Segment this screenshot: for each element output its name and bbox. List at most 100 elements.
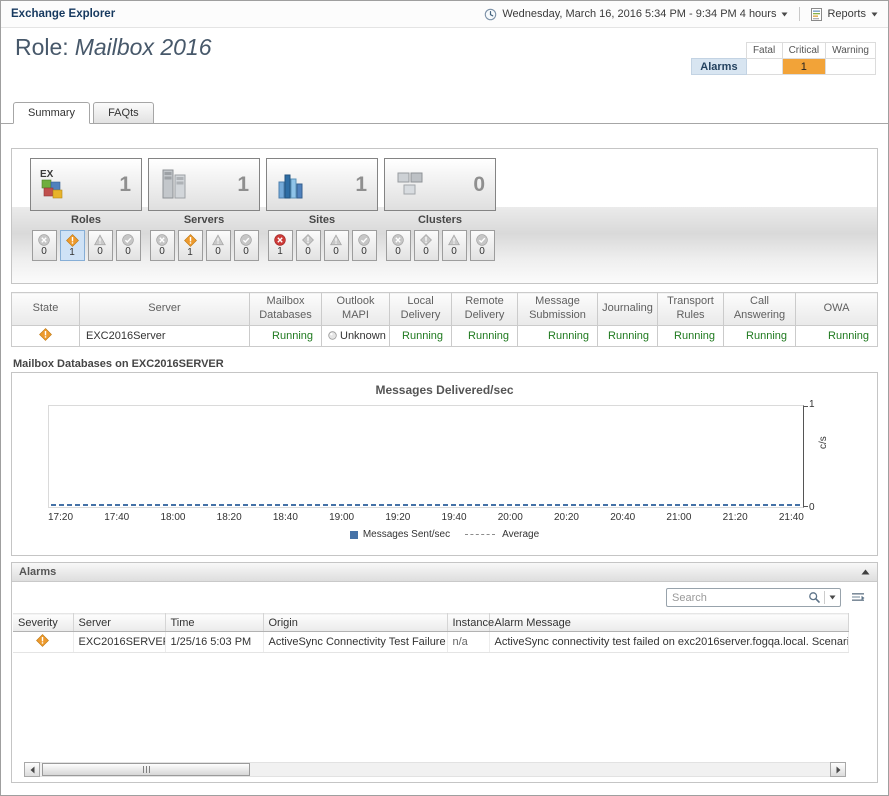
critical-gray-icon: [420, 234, 432, 246]
alarm-filter-normal[interactable]: 0: [116, 230, 141, 261]
x-tick: 20:00: [498, 512, 523, 523]
server-state-cell: [12, 325, 80, 346]
tile-sites-box[interactable]: 1: [266, 158, 378, 211]
alarm-filter-critical[interactable]: 0: [296, 230, 321, 261]
alarm-time-cell: 1/25/16 5:03 PM: [165, 632, 263, 653]
alarm-severity-cell: [13, 632, 73, 653]
chart-series-line: [51, 504, 801, 506]
server-col-server[interactable]: Server: [80, 293, 250, 326]
breadcrumb-exchange-explorer[interactable]: Exchange Explorer: [11, 8, 115, 20]
alarm-summary-col-critical: Critical: [782, 43, 826, 59]
alarms-panel-header[interactable]: Alarms: [12, 563, 877, 582]
server-col-journaling[interactable]: Journaling: [598, 293, 658, 326]
status-text: Running: [828, 330, 869, 342]
timerange-caret-icon[interactable]: [781, 12, 788, 17]
server-col-remote-delivery[interactable]: Remote Delivery: [452, 293, 518, 326]
alarm-summary-table: Fatal Critical Warning Alarms 1: [691, 42, 876, 75]
server-col-mailbox-databases[interactable]: Mailbox Databases: [250, 293, 322, 326]
alarm-message-cell: ActiveSync connectivity test failed on e…: [489, 632, 849, 653]
scroll-left-button[interactable]: [24, 762, 40, 777]
service-status-transport-rules: Running: [658, 325, 724, 346]
warning-count-cell[interactable]: [826, 59, 876, 75]
server-col-message-submission[interactable]: Message Submission: [518, 293, 598, 326]
section-title: Mailbox Databases on EXC2016SERVER: [13, 358, 224, 370]
tile-alarm-counts: 1000: [266, 230, 378, 261]
alarm-filter-critical[interactable]: 1: [178, 230, 203, 261]
server-col-call-answering[interactable]: Call Answering: [724, 293, 796, 326]
table-customizer-icon[interactable]: [851, 591, 865, 604]
chart-title: Messages Delivered/sec: [12, 383, 877, 397]
tile-count: 1: [355, 173, 367, 197]
reports-caret-icon[interactable]: [871, 12, 878, 17]
legend-label-average: Average: [502, 529, 539, 540]
server-col-local-delivery[interactable]: Local Delivery: [390, 293, 452, 326]
alarm-filter-fatal[interactable]: 0: [150, 230, 175, 261]
x-tick: 21:20: [723, 512, 748, 523]
alarm-filter-warning[interactable]: 0: [324, 230, 349, 261]
scrollbar-thumb[interactable]: [42, 763, 250, 776]
alarms-col-instance[interactable]: Instance: [447, 614, 489, 632]
server-col-owa[interactable]: OWA: [796, 293, 878, 326]
critical-icon[interactable]: [39, 328, 52, 341]
alarm-count: 0: [305, 247, 311, 257]
search-options-caret-icon[interactable]: [829, 595, 836, 600]
tab-summary[interactable]: Summary: [13, 102, 90, 124]
alarm-filter-fatal[interactable]: 1: [268, 230, 293, 261]
critical-count-cell[interactable]: 1: [782, 59, 826, 75]
thumb-grip: [149, 766, 150, 773]
alarm-filter-fatal[interactable]: 0: [32, 230, 57, 261]
legend-swatch-messages: [350, 531, 358, 539]
horizontal-scrollbar[interactable]: [24, 762, 846, 777]
alarm-filter-normal[interactable]: 0: [352, 230, 377, 261]
alarm-count: 0: [243, 247, 249, 257]
alarm-filter-warning[interactable]: 0: [88, 230, 113, 261]
scroll-right-button[interactable]: [830, 762, 846, 777]
legend-swatch-average: [465, 534, 495, 535]
service-status-message-submission: Running: [518, 325, 598, 346]
tile-servers-box[interactable]: 1: [148, 158, 260, 211]
reports-menu[interactable]: Reports: [827, 8, 866, 20]
server-col-state[interactable]: State: [12, 293, 80, 326]
tab-faqts[interactable]: FAQts: [93, 102, 154, 124]
alarm-count: 0: [125, 247, 131, 257]
server-col-transport-rules[interactable]: Transport Rules: [658, 293, 724, 326]
service-status-outlook-mapi: Unknown: [322, 325, 390, 346]
server-col-outlook-mapi[interactable]: Outlook MAPI: [322, 293, 390, 326]
alarm-filter-normal[interactable]: 0: [234, 230, 259, 261]
search-input[interactable]: [672, 592, 808, 604]
alarms-col-server[interactable]: Server: [73, 614, 165, 632]
alarms-col-time[interactable]: Time: [165, 614, 263, 632]
search-box[interactable]: [666, 588, 841, 607]
tile-clusters-box[interactable]: 0: [384, 158, 496, 211]
alarm-instance-cell: n/a: [447, 632, 489, 653]
alarm-summary-col-fatal: Fatal: [746, 43, 782, 59]
alarms-col-origin[interactable]: Origin: [263, 614, 447, 632]
environment-overview-panel: EX1Roles01001Servers01001Sites10000Clust…: [11, 148, 878, 284]
tile-roles-box[interactable]: EX1: [30, 158, 142, 211]
scrollbar-track[interactable]: [40, 762, 830, 777]
alarm-filter-critical[interactable]: 1: [60, 230, 85, 261]
search-icon[interactable]: [808, 591, 821, 604]
alarm-filter-warning[interactable]: 0: [442, 230, 467, 261]
alarm-row[interactable]: EXC2016SERVER1/25/16 5:03 PMActiveSync C…: [13, 632, 849, 653]
alarm-count: 0: [479, 247, 485, 257]
alarms-col-severity[interactable]: Severity: [13, 614, 73, 632]
normal-gray-icon: [476, 234, 488, 246]
status-text: Running: [272, 330, 313, 342]
warning-gray-icon: [330, 234, 342, 246]
alarm-filter-warning[interactable]: 0: [206, 230, 231, 261]
sites-icon: [273, 166, 311, 204]
alarm-filter-fatal[interactable]: 0: [386, 230, 411, 261]
alarm-filter-normal[interactable]: 0: [470, 230, 495, 261]
clusters-icon: [391, 166, 429, 204]
status-text: Running: [468, 330, 509, 342]
fatal-count-cell[interactable]: [746, 59, 782, 75]
alarms-col-alarm-message[interactable]: Alarm Message: [489, 614, 849, 632]
collapse-panel-icon[interactable]: [861, 569, 870, 575]
messages-delivered-chart: Messages Delivered/sec 1 0 c/s 17:2017:4…: [11, 372, 878, 556]
timerange-selector[interactable]: Wednesday, March 16, 2016 5:34 PM - 9:34…: [502, 8, 776, 20]
alarm-filter-critical[interactable]: 0: [414, 230, 439, 261]
page-title-prefix: Role:: [15, 34, 69, 60]
tile-label: Sites: [266, 214, 378, 228]
server-name-cell[interactable]: EXC2016Server: [80, 325, 250, 346]
